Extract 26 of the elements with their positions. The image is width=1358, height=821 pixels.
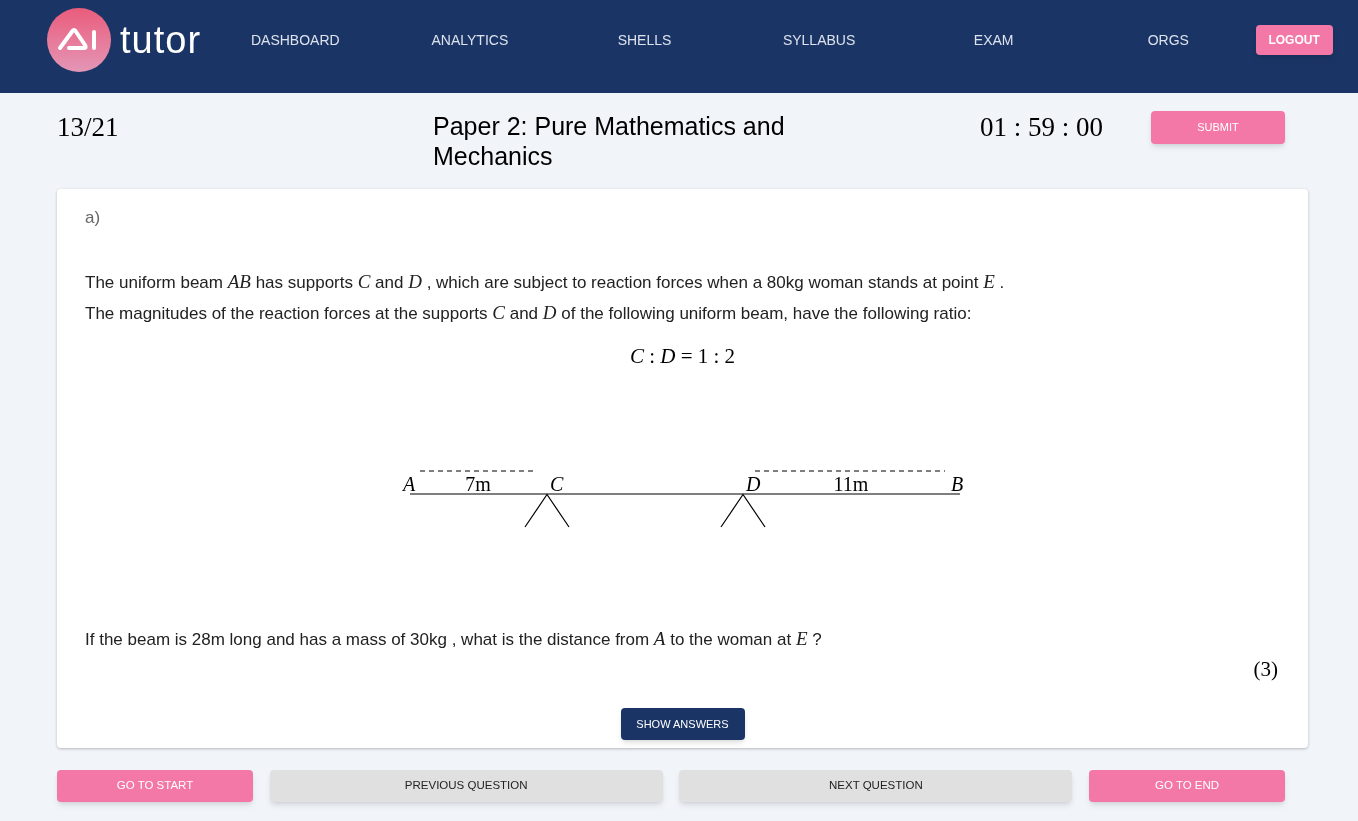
step-button[interactable]: PREVIOUS QUESTION	[269, 770, 663, 802]
show-answers-button[interactable]: SHOW ANSWERS	[620, 708, 745, 740]
nav-link[interactable]: SYLLABUS	[782, 31, 856, 48]
point-label: B	[951, 473, 964, 495]
length-label: 11m	[833, 473, 869, 495]
length-label: 7m	[465, 473, 491, 495]
question-prompt: If the beam is 28m long and has a mass of 30kg , what is the distance from A to the woman at E ?	[85, 627, 823, 651]
step-button[interactable]: NEXT QUESTION	[679, 770, 1073, 802]
ratio-equation: C : D = 1 : 2	[629, 343, 736, 370]
paper-title: Paper 2: Pure Mathematics and Mechanics	[433, 111, 786, 171]
point-label: A	[403, 473, 416, 495]
point-label: C	[550, 473, 564, 495]
nav-link[interactable]: ANALYTICS	[431, 31, 509, 48]
question-text: The magnitudes of the reaction forces at the supports C and D of the following uniform beam, have the following ratio:	[85, 301, 973, 325]
logo-icon	[47, 8, 111, 72]
question-counter: 13/21	[57, 112, 119, 142]
countdown-timer: 01 : 59 : 00	[980, 112, 1103, 142]
question-text: The uniform beam AB has supports C and D , which are subject to reaction forces when a 80kg woman stands at point E .	[85, 270, 1006, 294]
marks-label: (3)	[1253, 657, 1278, 681]
brand-name: tutor	[120, 21, 202, 59]
nav-link[interactable]: EXAM	[973, 31, 1014, 48]
nav-link[interactable]: DASHBOARD	[250, 31, 340, 48]
nav-link[interactable]: ORGS	[1147, 31, 1189, 48]
point-label: D	[746, 473, 761, 495]
part-label: a)	[85, 207, 102, 229]
nav-link[interactable]: SHELLS	[617, 31, 672, 48]
